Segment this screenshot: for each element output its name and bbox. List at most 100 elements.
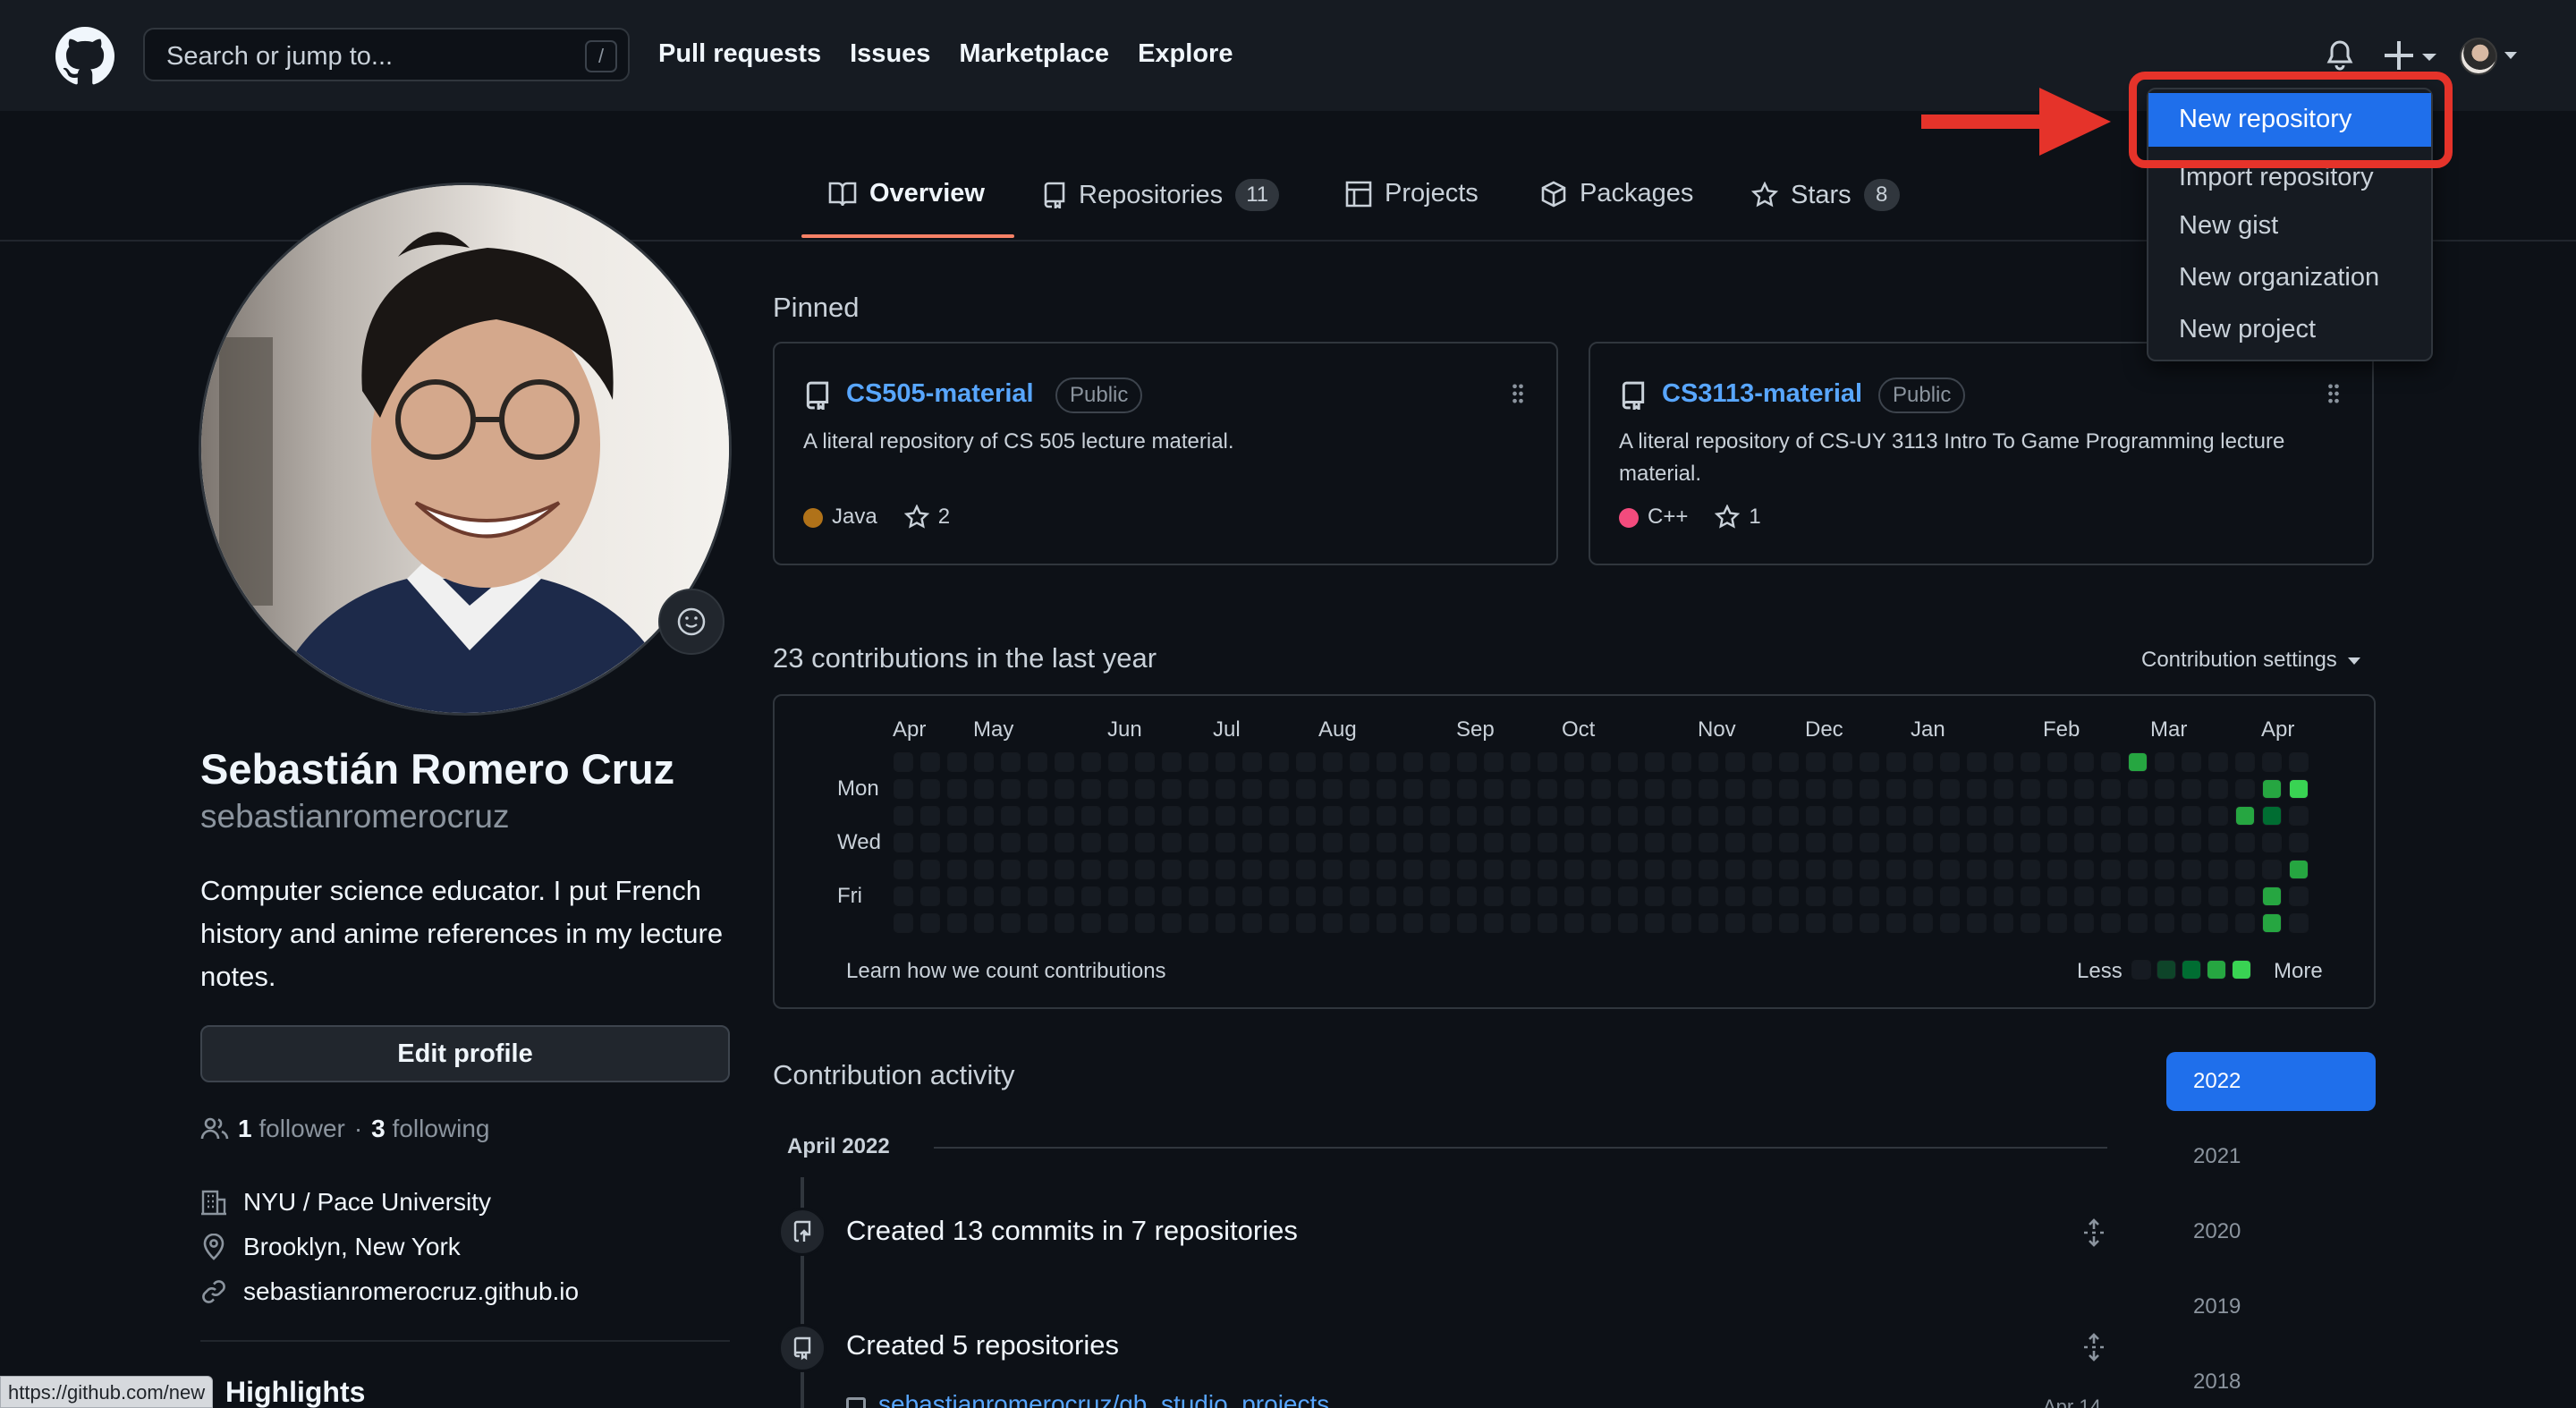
contribution-day-cell[interactable] bbox=[1699, 779, 1718, 799]
contribution-day-cell[interactable] bbox=[1081, 779, 1101, 799]
contribution-day-cell[interactable] bbox=[1511, 779, 1530, 799]
contribution-day-cell[interactable] bbox=[1833, 752, 1852, 772]
contribution-day-cell[interactable] bbox=[1108, 886, 1128, 906]
followers-link[interactable]: 1 follower bbox=[238, 1115, 345, 1143]
contribution-day-cell[interactable] bbox=[2235, 860, 2255, 879]
contribution-day-cell[interactable] bbox=[1189, 779, 1208, 799]
contribution-day-cell[interactable] bbox=[947, 833, 967, 852]
contribution-day-cell[interactable] bbox=[1511, 752, 1530, 772]
contribution-day-cell[interactable] bbox=[1108, 752, 1128, 772]
contribution-day-cell[interactable] bbox=[1350, 860, 1369, 879]
contribution-day-cell[interactable] bbox=[2235, 913, 2255, 933]
contribution-day-cell[interactable] bbox=[1725, 913, 1745, 933]
contribution-day-cell[interactable] bbox=[1618, 913, 1638, 933]
contribution-day-cell[interactable] bbox=[2182, 833, 2201, 852]
contribution-day-cell[interactable] bbox=[2262, 752, 2282, 772]
contribution-day-cell[interactable] bbox=[2128, 752, 2148, 772]
contribution-day-cell[interactable] bbox=[1538, 886, 1557, 906]
contribution-day-cell[interactable] bbox=[1457, 913, 1477, 933]
contribution-day-cell[interactable] bbox=[1216, 886, 1235, 906]
menu-item-new-project[interactable]: New project bbox=[2179, 315, 2316, 344]
contribution-day-cell[interactable] bbox=[1323, 833, 1343, 852]
contribution-day-cell[interactable] bbox=[1484, 779, 1504, 799]
contribution-day-cell[interactable] bbox=[1296, 806, 1316, 826]
contribution-day-cell[interactable] bbox=[1081, 860, 1101, 879]
created-repo-link[interactable]: sebastianromerocruz/gb_studio_projects bbox=[878, 1390, 1329, 1408]
contribution-day-cell[interactable] bbox=[1699, 806, 1718, 826]
menu-item-new-gist[interactable]: New gist bbox=[2179, 211, 2278, 241]
contribution-day-cell[interactable] bbox=[1752, 860, 1772, 879]
contribution-day-cell[interactable] bbox=[1377, 752, 1396, 772]
contribution-day-cell[interactable] bbox=[1833, 886, 1852, 906]
contribution-day-cell[interactable] bbox=[2289, 913, 2309, 933]
tab-stars[interactable]: Stars 8 bbox=[1751, 179, 1900, 211]
contribution-day-cell[interactable] bbox=[1940, 806, 1960, 826]
contribution-day-cell[interactable] bbox=[1940, 779, 1960, 799]
contribution-day-cell[interactable] bbox=[1833, 779, 1852, 799]
contribution-day-cell[interactable] bbox=[1672, 860, 1691, 879]
contribution-day-cell[interactable] bbox=[1806, 779, 1826, 799]
contribution-day-cell[interactable] bbox=[1403, 886, 1423, 906]
contribution-day-cell[interactable] bbox=[1457, 833, 1477, 852]
contribution-day-cell[interactable] bbox=[1886, 860, 1906, 879]
contribution-day-cell[interactable] bbox=[1457, 752, 1477, 772]
contribution-day-cell[interactable] bbox=[1860, 886, 1879, 906]
contribution-day-cell[interactable] bbox=[2047, 860, 2067, 879]
contribution-day-cell[interactable] bbox=[2101, 860, 2121, 879]
contribution-day-cell[interactable] bbox=[1484, 860, 1504, 879]
contribution-day-cell[interactable] bbox=[1886, 886, 1906, 906]
contribution-day-cell[interactable] bbox=[1162, 860, 1182, 879]
learn-contributions-link[interactable]: Learn how we count contributions bbox=[846, 959, 1166, 984]
contribution-day-cell[interactable] bbox=[1403, 779, 1423, 799]
contribution-day-cell[interactable] bbox=[2021, 886, 2040, 906]
contribution-day-cell[interactable] bbox=[1511, 806, 1530, 826]
contribution-day-cell[interactable] bbox=[2262, 860, 2282, 879]
profile-website[interactable]: sebastianromerocruz.github.io bbox=[200, 1277, 579, 1306]
contribution-day-cell[interactable] bbox=[2155, 779, 2174, 799]
activity-event-repositories[interactable]: Created 5 repositories bbox=[846, 1329, 1119, 1361]
contribution-day-cell[interactable] bbox=[1967, 833, 1987, 852]
contribution-day-cell[interactable] bbox=[2182, 779, 2201, 799]
nav-issues[interactable]: Issues bbox=[850, 39, 930, 69]
contribution-day-cell[interactable] bbox=[1806, 833, 1826, 852]
contribution-day-cell[interactable] bbox=[2208, 806, 2228, 826]
contribution-day-cell[interactable] bbox=[947, 779, 967, 799]
contribution-day-cell[interactable] bbox=[1323, 752, 1343, 772]
contribution-day-cell[interactable] bbox=[1216, 833, 1235, 852]
contribution-day-cell[interactable] bbox=[1538, 779, 1557, 799]
contribution-day-cell[interactable] bbox=[2262, 833, 2282, 852]
tab-projects[interactable]: Projects bbox=[1345, 179, 1479, 208]
contribution-day-cell[interactable] bbox=[1403, 806, 1423, 826]
contribution-day-cell[interactable] bbox=[920, 886, 940, 906]
contribution-day-cell[interactable] bbox=[1081, 886, 1101, 906]
contribution-day-cell[interactable] bbox=[2074, 886, 2094, 906]
contribution-day-cell[interactable] bbox=[894, 779, 913, 799]
contribution-day-cell[interactable] bbox=[2235, 806, 2255, 826]
contribution-day-cell[interactable] bbox=[2128, 833, 2148, 852]
contribution-day-cell[interactable] bbox=[1430, 779, 1450, 799]
contribution-day-cell[interactable] bbox=[2289, 779, 2309, 799]
contribution-day-cell[interactable] bbox=[2021, 806, 2040, 826]
contribution-day-cell[interactable] bbox=[894, 806, 913, 826]
contribution-day-cell[interactable] bbox=[1994, 833, 2013, 852]
contribution-day-cell[interactable] bbox=[1377, 833, 1396, 852]
contribution-day-cell[interactable] bbox=[2289, 806, 2309, 826]
contribution-day-cell[interactable] bbox=[1994, 806, 2013, 826]
contribution-settings-dropdown[interactable]: Contribution settings bbox=[2141, 648, 2361, 673]
contribution-day-cell[interactable] bbox=[2074, 752, 2094, 772]
contribution-day-cell[interactable] bbox=[2074, 833, 2094, 852]
contribution-day-cell[interactable] bbox=[1833, 833, 1852, 852]
contribution-day-cell[interactable] bbox=[1028, 779, 1047, 799]
contribution-day-cell[interactable] bbox=[1994, 779, 2013, 799]
contribution-day-cell[interactable] bbox=[2208, 833, 2228, 852]
contribution-day-cell[interactable] bbox=[1350, 913, 1369, 933]
contribution-day-cell[interactable] bbox=[1833, 860, 1852, 879]
contribution-day-cell[interactable] bbox=[1806, 752, 1826, 772]
contribution-day-cell[interactable] bbox=[1645, 833, 1665, 852]
contribution-day-cell[interactable] bbox=[1725, 860, 1745, 879]
contribution-day-cell[interactable] bbox=[1081, 752, 1101, 772]
contribution-day-cell[interactable] bbox=[1323, 806, 1343, 826]
contribution-day-cell[interactable] bbox=[1403, 913, 1423, 933]
contribution-day-cell[interactable] bbox=[2155, 913, 2174, 933]
contribution-day-cell[interactable] bbox=[1564, 833, 1584, 852]
